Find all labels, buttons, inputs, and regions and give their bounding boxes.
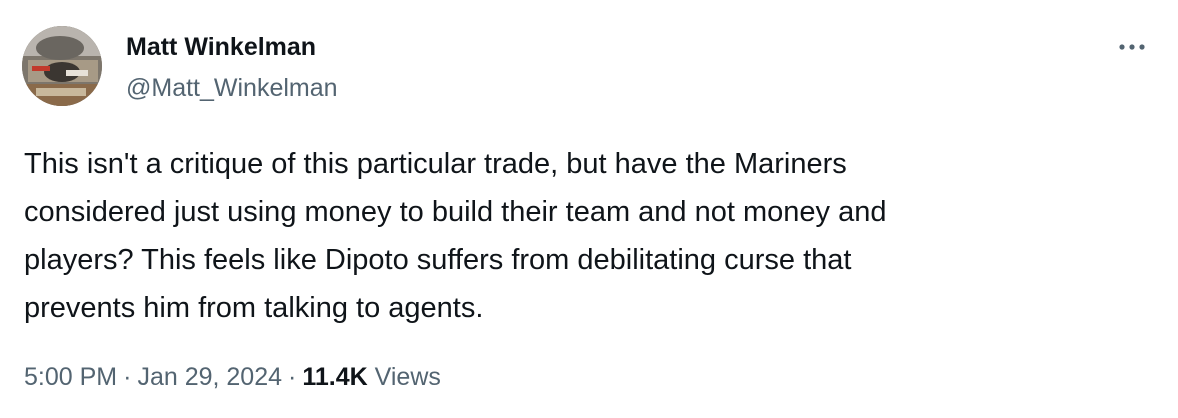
more-options-button[interactable] [1112,30,1152,64]
author-display-name[interactable]: Matt Winkelman [126,30,316,64]
views-label: Views [374,363,441,391]
tweet-timestamp-date[interactable]: Jan 29, 2024 [137,363,282,391]
more-horizontal-icon [1119,44,1145,50]
avatar-photo-icon [22,26,102,106]
meta-separator: · [288,363,297,391]
tweet-card: Matt Winkelman @Matt_Winkelman This isn'… [0,0,1178,418]
views-count: 11.4K [302,363,368,391]
author-avatar[interactable] [22,26,102,106]
tweet-body-text: This isn't a critique of this particular… [24,148,887,324]
tweet-meta-row: 5:00 PM · Jan 29, 2024 · 11.4K Views [24,360,441,394]
author-handle[interactable]: @Matt_Winkelman [126,71,338,105]
tweet-timestamp-time[interactable]: 5:00 PM [24,363,117,391]
meta-separator: · [123,363,132,391]
